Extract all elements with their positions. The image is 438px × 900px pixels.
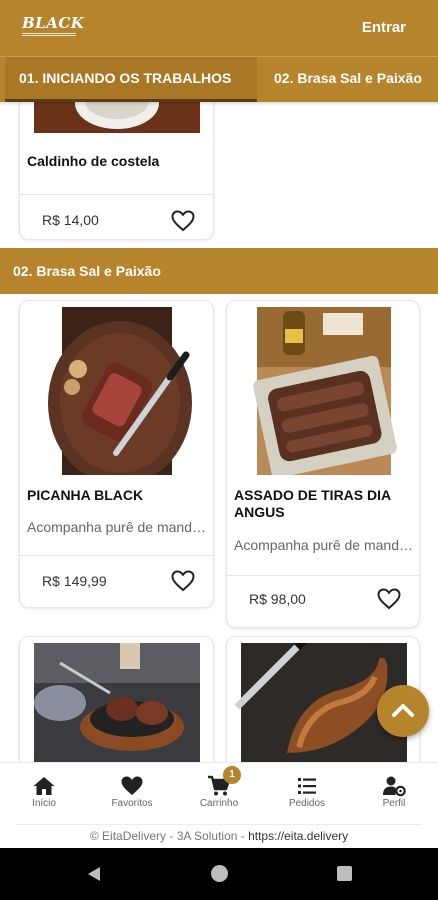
footer-text: © EitaDelivery - 3A Solution - xyxy=(89,829,249,843)
user-gear-icon xyxy=(383,776,406,797)
favorite-heart-icon[interactable] xyxy=(171,570,195,592)
back-triangle-icon[interactable] xyxy=(86,866,102,882)
favorite-heart-icon[interactable] xyxy=(377,588,401,610)
home-circle-icon[interactable] xyxy=(211,865,228,882)
brand-logo[interactable]: BLACK xyxy=(22,14,85,38)
category-tabs: 01. INICIANDO OS TRABALHOS 02. Brasa Sal… xyxy=(0,56,438,102)
product-card-assado-de-tiras[interactable]: ASSADO DE TIRAS DIA ANGUS Acompanha purê… xyxy=(226,300,420,628)
footer-link[interactable]: https://eita.delivery xyxy=(248,829,348,843)
tab-brasa-sal-e-paixao[interactable]: 02. Brasa Sal e Paixão xyxy=(274,57,422,102)
app-header: BLACK Entrar xyxy=(0,0,438,56)
recent-apps-icon[interactable] xyxy=(337,866,352,881)
nav-item-perfil[interactable]: Perfil xyxy=(350,763,438,823)
nav-label: Início xyxy=(32,798,56,809)
chevron-up-icon xyxy=(392,704,414,717)
nav-label: Perfil xyxy=(382,798,406,809)
product-name: Caldinho de costela xyxy=(27,153,160,169)
card-divider xyxy=(20,194,213,195)
product-price: R$ 14,00 xyxy=(42,212,99,228)
list-icon xyxy=(298,778,316,794)
scroll-to-top-button[interactable] xyxy=(377,685,429,737)
product-photo xyxy=(34,643,200,762)
nav-label: Carrinho xyxy=(199,798,239,809)
nav-item-carrinho[interactable]: 1 Carrinho xyxy=(175,763,263,823)
product-name: ASSADO DE TIRAS DIA ANGUS xyxy=(234,487,391,520)
favorite-heart-icon[interactable] xyxy=(171,210,195,232)
product-price: R$ 98,00 xyxy=(249,591,306,607)
product-name: PICANHA BLACK xyxy=(27,487,144,503)
product-photo xyxy=(48,307,192,475)
nav-item-inicio[interactable]: Início xyxy=(0,763,88,823)
product-photo xyxy=(253,307,397,475)
tabs-shadow xyxy=(0,102,438,106)
product-description: Acompanha purê de mandioquinha xyxy=(234,537,413,553)
product-card[interactable] xyxy=(19,636,214,762)
nav-item-pedidos[interactable]: Pedidos xyxy=(263,763,351,823)
brand-logo-text: BLACK xyxy=(22,14,85,32)
bottom-navigation: Início Favoritos 1 Carrinho Pedidos Perf… xyxy=(0,762,438,824)
section-header-brasa: 02. Brasa Sal e Paixão xyxy=(0,248,438,294)
tab-iniciando-os-trabalhos[interactable]: 01. INICIANDO OS TRABALHOS xyxy=(5,57,257,102)
login-link[interactable]: Entrar xyxy=(362,19,406,36)
product-description: Acompanha purê de mandioquinha xyxy=(27,519,207,535)
menu-content[interactable]: Caldinho de costela R$ 14,00 02. Brasa S… xyxy=(0,102,438,762)
product-card-picanha-black[interactable]: PICANHA BLACK Acompanha purê de mandioqu… xyxy=(19,300,214,608)
system-navigation-bar xyxy=(0,848,438,900)
cart-count-badge: 1 xyxy=(223,766,241,784)
nav-item-favoritos[interactable]: Favoritos xyxy=(88,763,176,823)
heart-icon xyxy=(121,776,143,795)
card-divider xyxy=(227,575,419,576)
footer-credits: © EitaDelivery - 3A Solution - https://e… xyxy=(16,824,422,848)
card-divider xyxy=(20,555,213,556)
home-icon xyxy=(33,777,55,795)
product-price: R$ 149,99 xyxy=(42,573,107,589)
brand-logo-underline xyxy=(22,33,76,36)
product-photo xyxy=(34,102,200,133)
nav-label: Favoritos xyxy=(111,798,153,809)
nav-label: Pedidos xyxy=(288,798,326,809)
product-card-caldinho[interactable]: Caldinho de costela R$ 14,00 xyxy=(19,102,214,240)
